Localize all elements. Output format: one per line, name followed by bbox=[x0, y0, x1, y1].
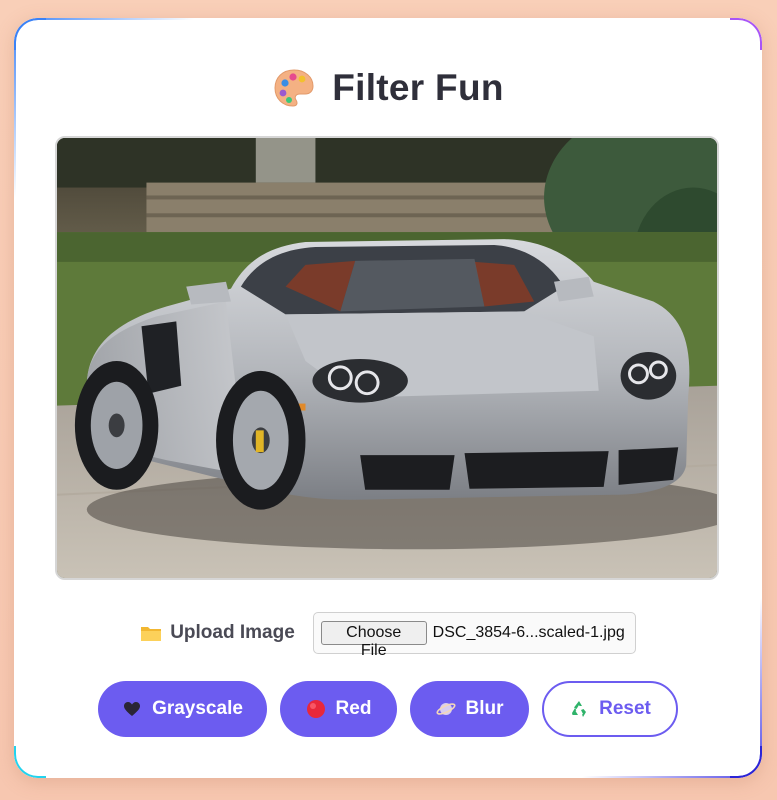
card-corner-accent bbox=[14, 18, 46, 50]
blur-label: Blur bbox=[465, 698, 504, 719]
card-corner-accent bbox=[14, 746, 46, 778]
grayscale-button[interactable]: Grayscale bbox=[98, 681, 267, 737]
app-card: Filter Fun Upload Image Choose File DSC_… bbox=[14, 18, 762, 778]
blur-planet-icon bbox=[435, 699, 456, 719]
red-label: Red bbox=[335, 698, 372, 719]
red-button[interactable]: Red bbox=[280, 681, 397, 737]
file-input[interactable]: Choose File DSC_3854-6...scaled-1.jpg bbox=[312, 612, 636, 659]
upload-row: Upload Image Choose File DSC_3854-6...sc… bbox=[14, 611, 762, 659]
upload-label: Upload Image bbox=[140, 622, 295, 644]
blur-button[interactable]: Blur bbox=[410, 681, 529, 737]
folder-icon bbox=[140, 624, 162, 642]
red-circle-icon bbox=[306, 699, 326, 719]
card-corner-accent bbox=[730, 18, 762, 50]
palette-icon bbox=[272, 66, 316, 110]
page-title: Filter Fun bbox=[332, 67, 504, 108]
image-preview bbox=[55, 136, 719, 580]
black-heart-icon bbox=[122, 699, 142, 719]
grayscale-label: Grayscale bbox=[152, 698, 243, 719]
car-photo bbox=[57, 138, 717, 578]
filter-buttons: Grayscale Red Blur Reset bbox=[14, 681, 762, 737]
recycle-icon bbox=[569, 699, 589, 719]
reset-label: Reset bbox=[599, 698, 651, 719]
reset-button[interactable]: Reset bbox=[542, 681, 678, 737]
choose-file-button[interactable]: Choose File bbox=[320, 621, 427, 659]
selected-file-name: DSC_3854-6...scaled-1.jpg bbox=[432, 624, 625, 641]
card-corner-accent bbox=[730, 746, 762, 778]
header: Filter Fun bbox=[14, 66, 762, 110]
upload-label-text: Upload Image bbox=[170, 622, 295, 643]
